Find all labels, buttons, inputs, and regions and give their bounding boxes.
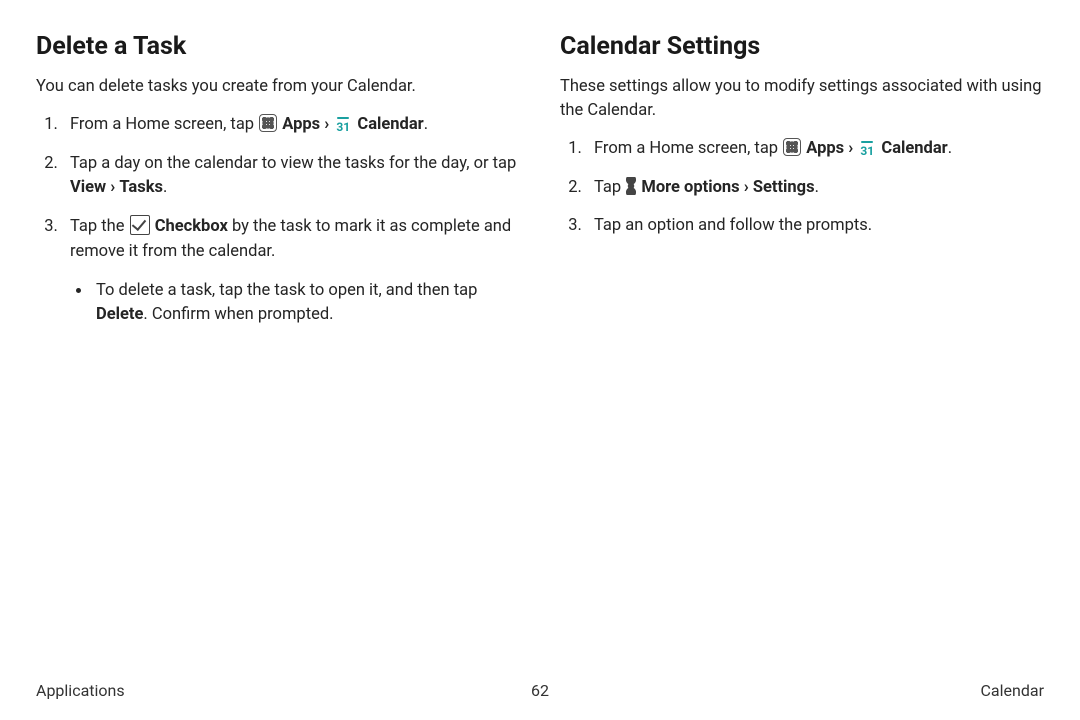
step-1-left: From a Home screen, tap Apps › Calendar. [62,113,520,138]
footer-section: Applications [36,681,125,700]
heading-delete-task: Delete a Task [36,32,520,61]
step-3-left: Tap the Checkbox by the task to mark it … [62,215,520,328]
substep-delete: To delete a task, tap the task to open i… [92,279,520,329]
step-2-right: Tap More options › Settings. [586,176,1044,201]
intro-left: You can delete tasks you create from you… [36,75,520,99]
right-column: Calendar Settings These settings allow y… [560,32,1044,342]
more-options-icon [626,177,636,195]
apps-icon [783,138,801,156]
step-3-right: Tap an option and follow the prompts. [586,214,1044,239]
intro-right: These settings allow you to modify setti… [560,75,1044,123]
checkbox-icon [130,215,150,235]
steps-left: From a Home screen, tap Apps › Calendar.… [36,113,520,328]
steps-right: From a Home screen, tap Apps › Calendar.… [560,137,1044,239]
calendar-icon [858,142,876,160]
step-2-left: Tap a day on the calendar to view the ta… [62,152,520,202]
footer-topic: Calendar [981,681,1044,700]
left-column: Delete a Task You can delete tasks you c… [36,32,520,342]
substeps-left: To delete a task, tap the task to open i… [70,279,520,329]
calendar-icon [334,118,352,136]
page-number: 62 [531,681,549,700]
heading-calendar-settings: Calendar Settings [560,32,1044,61]
page-footer: Applications 62 Calendar [36,681,1044,700]
apps-icon [259,114,277,132]
step-1-right: From a Home screen, tap Apps › Calendar. [586,137,1044,162]
